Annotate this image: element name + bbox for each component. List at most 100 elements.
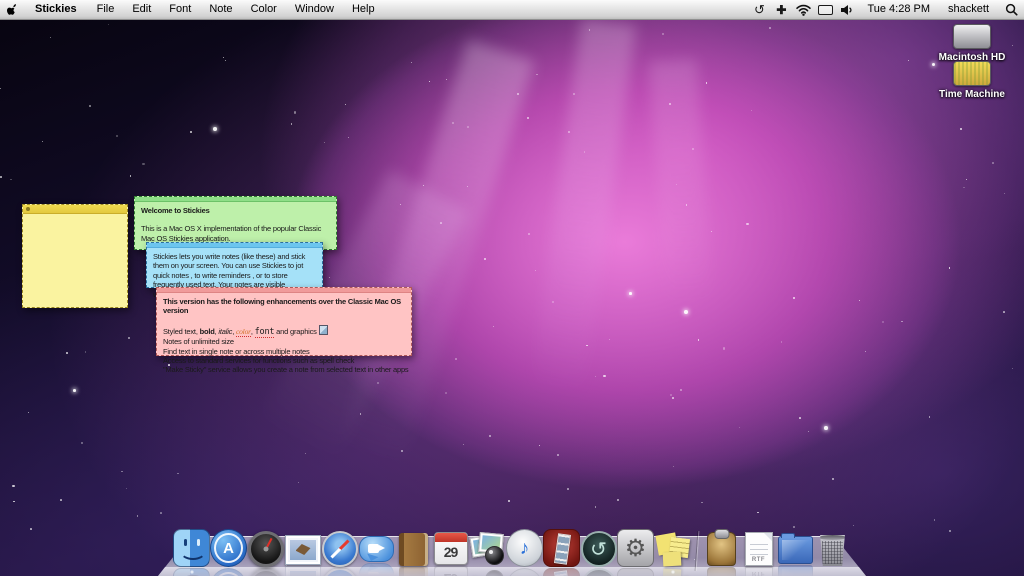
bf-tab	[781, 533, 795, 538]
volume-menu-icon[interactable]	[836, 0, 858, 19]
iphoto	[470, 531, 506, 567]
menu-color[interactable]: Color	[242, 3, 286, 15]
pink-styled-line: Styled text, bold, italic, color, font a…	[163, 325, 405, 337]
time-machine: ↺	[581, 531, 617, 567]
graphic-icon	[319, 325, 328, 335]
lens	[485, 546, 504, 565]
sp-gear: ⚙	[625, 536, 647, 560]
f-smile	[180, 543, 206, 560]
rtf-document: RTF	[745, 532, 773, 566]
displays-menu-icon[interactable]	[814, 0, 836, 19]
note-heading: Welcome to Stickies	[141, 206, 330, 215]
dock-safari-icon[interactable]	[321, 527, 358, 567]
note-text-area[interactable]: Welcome to Stickies This is a Mac OS X i…	[135, 202, 336, 247]
time-machine-drive-icon	[953, 61, 991, 86]
sticky-note-pink[interactable]: This version has the following enhanceme…	[156, 287, 412, 356]
apple-logo-icon	[7, 3, 19, 17]
dock-finder-icon[interactable]	[173, 527, 210, 567]
tr-rim	[819, 535, 846, 540]
nb-clasp	[714, 529, 729, 539]
dock-notebook-stack-icon[interactable]	[703, 527, 740, 567]
note-close-icon[interactable]	[26, 207, 30, 211]
dock-folder-stack-icon[interactable]	[777, 527, 814, 567]
styled-text-segment: Styled text,	[163, 327, 200, 336]
as-letter: A	[211, 530, 246, 566]
dock-items: A 29 ♪ ↺ ⚙ RTF	[158, 527, 866, 567]
saf-needle	[330, 539, 349, 558]
mail	[285, 535, 321, 565]
dock-itunes-icon[interactable]: ♪	[506, 527, 543, 567]
note-line: Find text in single note or across multi…	[163, 347, 405, 356]
address-book	[399, 533, 428, 566]
spotlight-search-icon[interactable]	[998, 0, 1024, 19]
dock: A29♪↺⚙RTF	[158, 536, 866, 576]
dock-photo-booth-icon[interactable]	[543, 527, 580, 567]
dock-stickies-icon[interactable]	[654, 527, 691, 567]
dock-front-edge	[158, 567, 866, 576]
note-line: "Make Sticky" service allows you create …	[163, 365, 405, 374]
note-text-area[interactable]	[23, 214, 127, 222]
rtf-label: RTF	[746, 557, 772, 563]
dock-ical-icon[interactable]: 29	[432, 527, 469, 567]
safari	[322, 531, 358, 567]
it-note: ♪	[520, 539, 530, 558]
dock-rtf-document-icon[interactable]: RTF	[740, 527, 777, 567]
apple-menu[interactable]	[0, 0, 26, 19]
menu-note[interactable]: Note	[200, 3, 241, 15]
ical-head	[435, 533, 467, 542]
tm-glyph: ↺	[590, 539, 607, 559]
fast-user-switch-menu[interactable]: shackett	[939, 0, 998, 19]
dash-dot	[263, 547, 268, 552]
wifi-menu-icon[interactable]	[792, 0, 814, 19]
dock-app-store-icon[interactable]: A	[210, 527, 247, 567]
sticky-note-blue[interactable]: Stickies lets you write notes (like thes…	[146, 242, 323, 288]
dock-time-machine-icon[interactable]: ↺	[580, 527, 617, 567]
dock-dashboard-icon[interactable]	[247, 527, 284, 567]
menu-edit[interactable]: Edit	[123, 3, 160, 15]
dashboard	[248, 531, 284, 567]
menu-stickies[interactable]: Stickies	[26, 3, 88, 15]
menu-font[interactable]: Font	[160, 3, 200, 15]
styled-text-segment: bold	[200, 327, 215, 336]
ical-day: 29	[435, 542, 467, 562]
sn3	[662, 552, 681, 567]
run-dot	[190, 570, 194, 574]
dock-ichat-icon[interactable]	[358, 527, 395, 567]
universal-access-menu-icon[interactable]: ✚	[770, 0, 792, 19]
dock-system-preferences-icon[interactable]: ⚙	[617, 527, 654, 567]
menu-file[interactable]: File	[88, 3, 124, 15]
stickies	[655, 531, 691, 567]
sticky-note-yellow[interactable]	[22, 204, 128, 308]
dock-divider	[691, 527, 703, 567]
note-text-area[interactable]: This version has the following enhanceme…	[157, 293, 411, 379]
tr-mesh	[822, 541, 843, 564]
notebook-stack	[707, 532, 736, 566]
note-heading: This version has the following enhanceme…	[163, 297, 405, 316]
ichat	[359, 536, 394, 562]
cam	[368, 544, 379, 553]
finder	[173, 529, 210, 567]
dock-address-book-icon[interactable]	[395, 527, 432, 567]
app-menus: StickiesFileEditFontNoteColorWindowHelp	[26, 0, 384, 19]
photo-booth	[543, 529, 580, 567]
dock-mail-icon[interactable]	[284, 527, 321, 567]
trash	[819, 535, 846, 566]
doc-lines	[750, 540, 768, 555]
styled-text-segment: color	[236, 327, 251, 337]
note-paragraph: This is a Mac OS X implementation of the…	[141, 224, 330, 243]
bf-shine	[782, 540, 809, 560]
dock-iphoto-icon[interactable]	[469, 527, 506, 567]
note-title-bar[interactable]	[23, 205, 127, 214]
menu-bar-clock[interactable]: Tue 4:28 PM	[858, 0, 939, 19]
ical: 29	[434, 532, 468, 565]
menu-help[interactable]: Help	[343, 3, 384, 15]
time-machine-menu-icon[interactable]: ↺	[748, 0, 770, 19]
desktop-icon-time-machine[interactable]: Time Machine	[930, 61, 1014, 100]
desktop-icon-macintosh-hd[interactable]: Macintosh HD	[930, 24, 1014, 63]
hard-drive-icon	[953, 24, 991, 49]
menu-window[interactable]: Window	[286, 3, 343, 15]
styled-text-segment: font	[255, 327, 275, 338]
dock-trash-icon[interactable]	[814, 527, 851, 567]
run-dot	[671, 570, 675, 574]
desktop-icon-label: Time Machine	[930, 89, 1014, 100]
